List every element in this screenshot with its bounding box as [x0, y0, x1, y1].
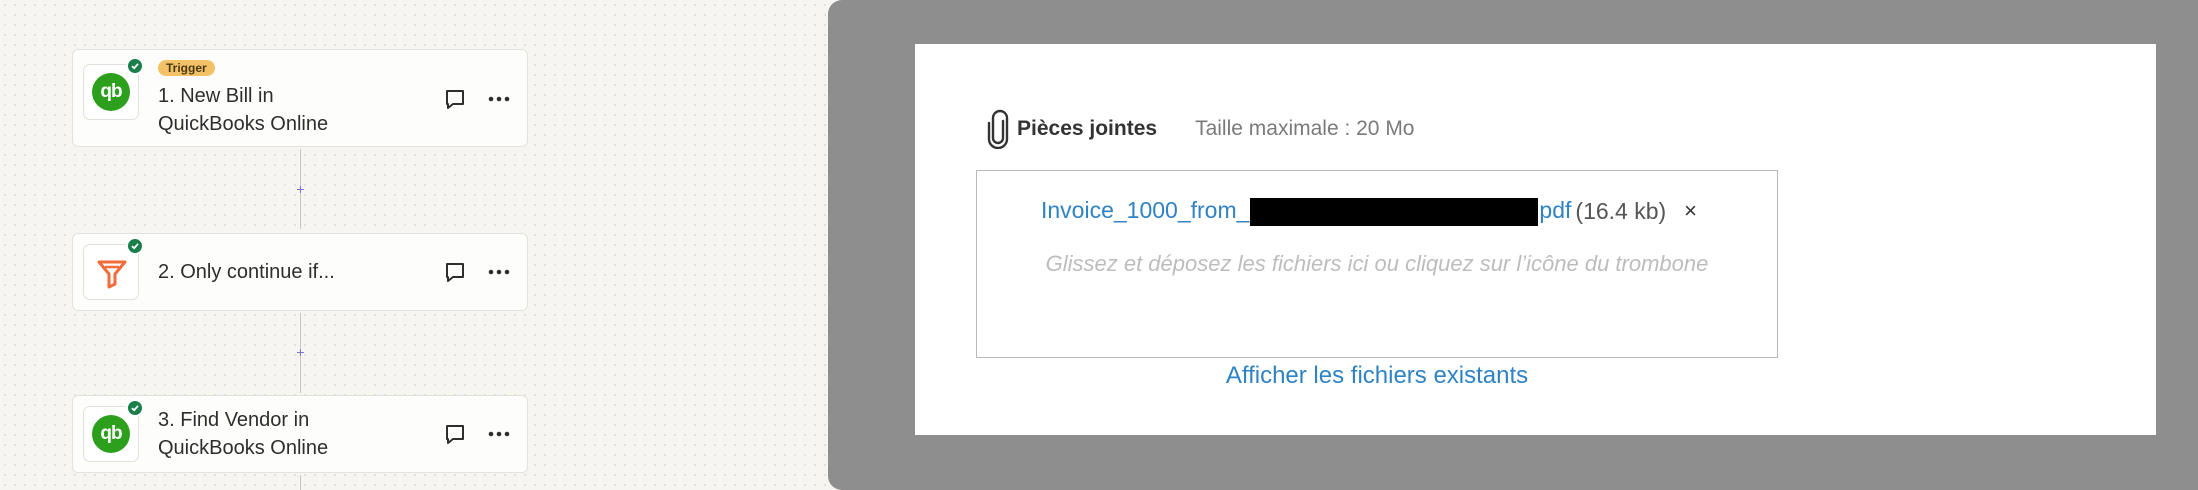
step-title-line2: QuickBooks Online [158, 437, 329, 459]
check-circle-icon [126, 399, 144, 417]
step-card-1[interactable]: qb Trigger 1. New Bill in QuickBooks Onl… [72, 49, 528, 147]
step-title-line1: 2. Only continue if... [158, 261, 335, 283]
workflow-canvas[interactable]: qb Trigger 1. New Bill in QuickBooks Onl… [0, 0, 840, 490]
attached-file: Invoice_1000_from_ pdf (16.4 kb) × [1041, 197, 1697, 226]
drop-hint: Glissez et déposez les fichiers ici ou c… [1045, 251, 1709, 276]
quickbooks-app-icon: qb [83, 57, 144, 120]
quickbooks-app-icon: qb [83, 399, 144, 462]
add-step-button[interactable]: + [292, 181, 309, 198]
connector-line [300, 475, 301, 490]
more-horizontal-icon[interactable] [485, 420, 513, 448]
step-card-2[interactable]: 2. Only continue if... [72, 233, 528, 311]
trigger-badge: Trigger [158, 60, 215, 76]
step-title-line1: 3. Find Vendor in [158, 409, 310, 431]
check-circle-icon [126, 57, 144, 75]
file-size: (16.4 kb) [1575, 197, 1667, 224]
step-title: 3. Find Vendor in QuickBooks Online [158, 406, 328, 462]
quickbooks-logo: qb [92, 73, 130, 111]
check-circle-icon [126, 237, 144, 255]
attachments-header: Pièces jointes Taille maximale : 20 Mo [985, 109, 1415, 149]
paperclip-icon[interactable] [985, 109, 1013, 149]
file-name-suffix: pdf [1539, 197, 1572, 223]
file-dropzone[interactable]: Invoice_1000_from_ pdf (16.4 kb) × Glisse… [976, 170, 1778, 358]
redacted-block [1250, 197, 1539, 226]
attachments-title: Pièces jointes [1017, 117, 1158, 140]
step-title-line2: QuickBooks Online [158, 113, 329, 135]
file-link[interactable]: Invoice_1000_from_ pdf [1041, 197, 1571, 226]
show-existing-files-link[interactable]: Afficher les fichiers existants [976, 362, 1778, 390]
attachments-panel: Pièces jointes Taille maximale : 20 Mo I… [915, 44, 2156, 435]
filter-app-icon [83, 237, 144, 300]
comment-icon[interactable] [441, 258, 469, 286]
step-title: 1. New Bill in QuickBooks Online [158, 82, 328, 138]
more-horizontal-icon[interactable] [485, 258, 513, 286]
remove-file-icon[interactable]: × [1684, 200, 1697, 222]
comment-icon[interactable] [441, 420, 469, 448]
step-title-line1: 1. New Bill in [158, 85, 274, 107]
comment-icon[interactable] [441, 85, 469, 113]
more-horizontal-icon[interactable] [485, 85, 513, 113]
file-name-prefix: Invoice_1000_from_ [1041, 197, 1250, 223]
max-size-label: Taille maximale : 20 Mo [1195, 117, 1415, 140]
add-step-button[interactable]: + [292, 344, 309, 361]
step-title: 2. Only continue if... [158, 258, 335, 286]
filter-icon [97, 260, 127, 289]
step-card-3[interactable]: qb 3. Find Vendor in QuickBooks Online [72, 395, 528, 473]
quickbooks-logo: qb [92, 415, 130, 453]
